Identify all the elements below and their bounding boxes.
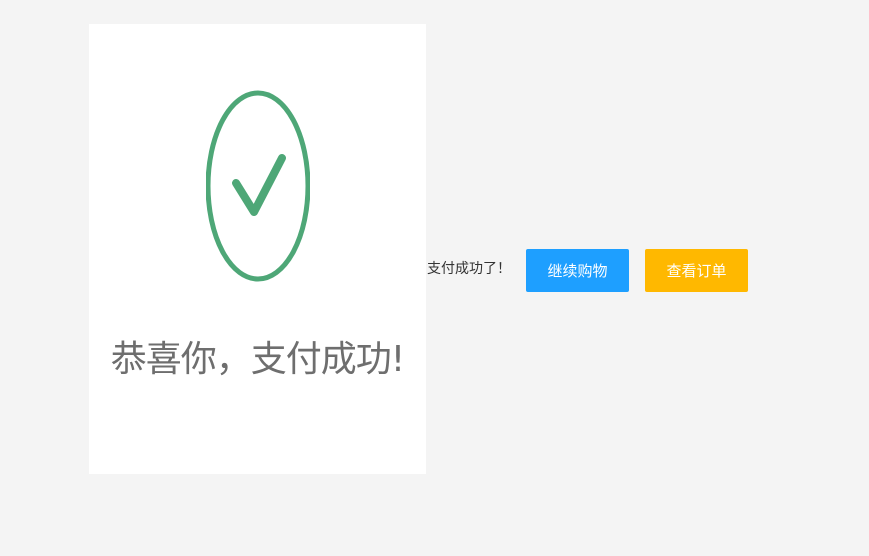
check-circle-icon [206,90,310,282]
image-caption: 恭喜你，支付成功! [110,339,405,380]
view-orders-button[interactable]: 查看订单 [645,249,748,292]
continue-shopping-button[interactable]: 继续购物 [526,249,629,292]
payment-status-message: 支付成功了！ [427,261,511,277]
payment-success-image: 恭喜你，支付成功! [89,24,426,474]
